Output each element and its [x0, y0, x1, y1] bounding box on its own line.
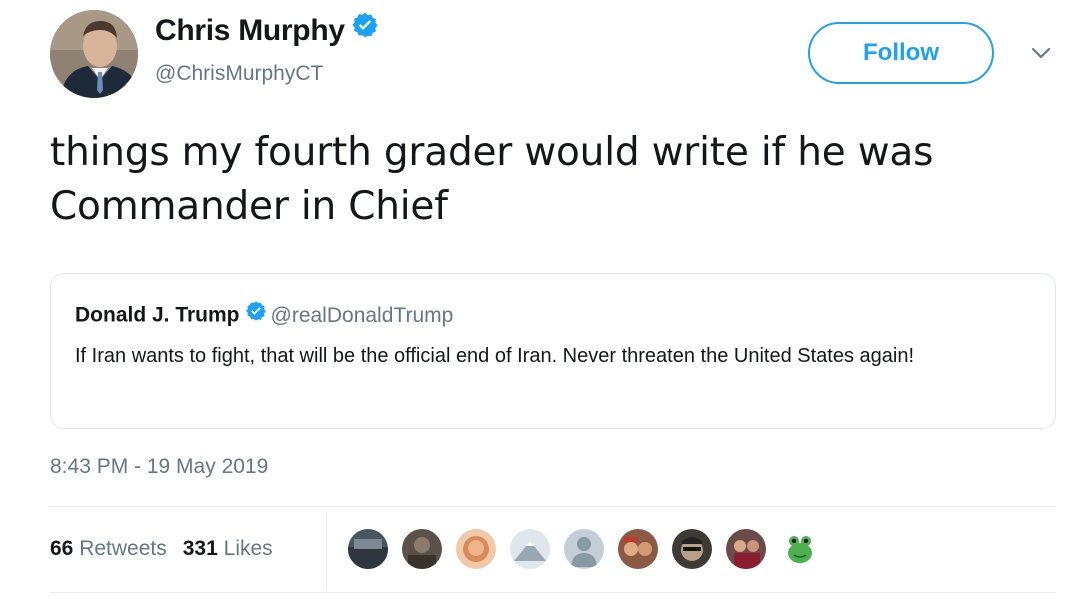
liker-avatar-icon: [348, 529, 388, 569]
liker-avatar[interactable]: [400, 527, 444, 571]
liker-avatar[interactable]: [346, 527, 390, 571]
frog-avatar-icon: [780, 529, 820, 569]
liker-avatar-icon: [672, 529, 712, 569]
quoted-tweet-card[interactable]: Donald J. Trump @realDonaldTrump If Iran …: [50, 273, 1056, 429]
divider: [50, 506, 1056, 507]
liker-avatar[interactable]: [724, 527, 768, 571]
verified-badge-icon: [351, 11, 379, 47]
likes-count: 331: [182, 537, 218, 560]
verified-badge-icon: [245, 300, 267, 328]
author-name[interactable]: Chris Murphy: [155, 14, 345, 47]
likes-stat[interactable]: 331 Likes: [183, 537, 273, 561]
divider: [326, 512, 327, 588]
quoted-tweet-header: Donald J. Trump @realDonaldTrump: [75, 300, 454, 330]
likes-label: Likes: [223, 537, 273, 560]
tweet-text: things my fourth grader would write if h…: [50, 130, 934, 229]
divider: [50, 592, 1056, 593]
quoted-author-name: Donald J. Trump: [75, 303, 240, 327]
liker-avatar[interactable]: [616, 527, 660, 571]
liker-avatar[interactable]: [508, 527, 552, 571]
author-handle[interactable]: @ChrisMurphyCT: [155, 62, 323, 86]
liker-avatar[interactable]: [454, 527, 498, 571]
tweet-timestamp[interactable]: 8:43 PM - 19 May 2019: [50, 455, 268, 479]
default-avatar-icon: [564, 529, 604, 569]
liker-avatar[interactable]: [562, 527, 606, 571]
liker-avatar-icon: [618, 529, 658, 569]
liker-avatar[interactable]: [778, 527, 822, 571]
avatar-man-suit-icon: [50, 10, 138, 98]
liker-avatar-icon: [456, 529, 496, 569]
follow-button[interactable]: Follow: [808, 22, 994, 84]
author-name-row[interactable]: Chris Murphy: [155, 11, 379, 50]
retweets-stat[interactable]: 66 Retweets: [50, 537, 167, 561]
retweets-count: 66: [50, 537, 74, 560]
chevron-down-icon[interactable]: [1028, 40, 1054, 66]
tweet-stats: 66 Retweets 331 Likes: [50, 537, 273, 561]
liker-avatar-icon: [402, 529, 442, 569]
retweets-label: Retweets: [79, 537, 167, 560]
quoted-author-handle: @realDonaldTrump: [270, 303, 454, 327]
liker-avatar-icon: [510, 529, 550, 569]
quoted-tweet-text: If Iran wants to fight, that will be the…: [75, 345, 915, 367]
avatar[interactable]: [50, 10, 138, 98]
liker-avatar[interactable]: [670, 527, 714, 571]
liker-avatar-icon: [726, 529, 766, 569]
